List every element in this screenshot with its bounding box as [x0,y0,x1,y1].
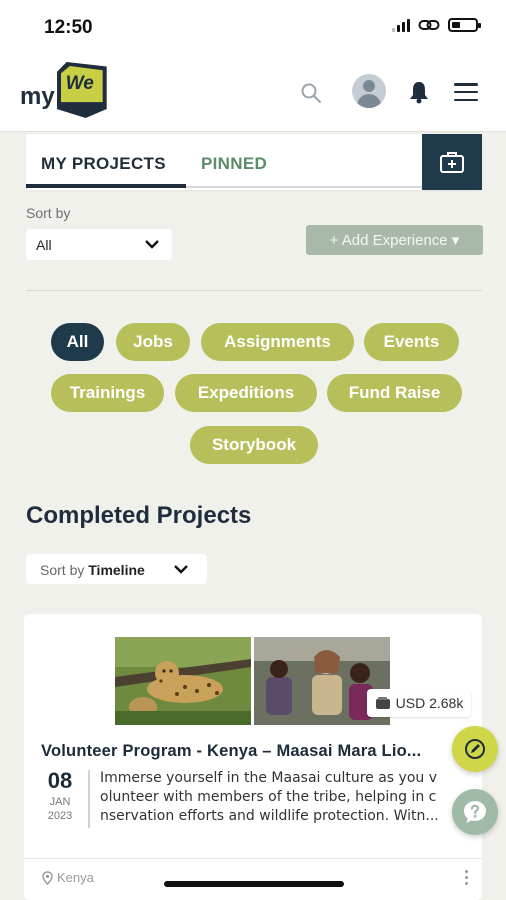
logo-we-text: We [65,73,94,94]
project-date-year: 2023 [47,810,73,822]
description-line: olunteer with members of the tribe, help… [100,789,437,805]
sort-by-value: All [36,237,52,253]
project-description: Immerse yourself in the Maasai culture a… [100,769,472,826]
leopard-photo [115,637,251,725]
sort-timeline-prefix: Sort by [40,562,85,578]
chip-all[interactable]: All [51,323,104,361]
help-fab-button[interactable] [452,789,498,835]
logo-my-text: my [20,83,55,110]
edit-pencil-icon [465,739,485,759]
mywe-logo[interactable]: my We [20,62,107,118]
section-divider [26,290,482,291]
description-line: Immerse yourself in the Maasai culture a… [100,770,437,786]
bell-icon[interactable] [408,80,430,104]
card-footer-divider [24,858,482,859]
tab-pinned[interactable]: PINNED [201,154,267,174]
status-icons [392,18,481,32]
link-icon [418,20,440,30]
project-tabs: MY PROJECTS PINNED [26,134,482,190]
status-time: 12:50 [44,17,93,38]
chevron-down-icon [174,565,188,574]
signal-icon [392,18,410,32]
location-pin-icon [42,870,53,885]
description-line: nservation efforts and wildlife protecti… [100,808,439,824]
project-location: Kenya [42,870,94,885]
location-label: Kenya [57,870,94,885]
tab-my-projects[interactable]: MY PROJECTS [41,154,166,174]
price-badge: USD 2.68k [367,689,471,717]
sort-by-label: Sort by [26,205,71,221]
battery-icon [448,18,481,32]
portfolio-button[interactable] [422,134,482,190]
sort-timeline-value: Timeline [88,562,145,578]
project-card[interactable]: USD 2.68k Volunteer Program - Kenya – Ma… [24,614,482,900]
add-experience-button[interactable]: + Add Experience ▾ [306,225,483,255]
user-avatar[interactable] [352,74,386,108]
chip-storybook[interactable]: Storybook [190,426,318,464]
help-question-icon [464,801,486,823]
project-title[interactable]: Volunteer Program - Kenya – Maasai Mara … [41,742,461,761]
chip-fund-raise[interactable]: Fund Raise [327,374,462,412]
home-indicator [164,881,344,887]
search-icon[interactable] [300,82,322,104]
date-divider [88,770,90,828]
project-date-day: 08 [47,768,73,793]
chip-expeditions[interactable]: Expeditions [175,374,317,412]
chevron-down-icon [145,240,159,249]
wallet-icon [375,697,390,709]
sort-by-select[interactable]: All [26,229,172,260]
hamburger-menu-icon[interactable] [454,83,478,101]
briefcase-plus-icon [440,152,464,173]
sort-timeline-select[interactable]: Sort by Timeline [26,554,207,584]
logo-we-badge: We [56,62,107,118]
tab-divider [186,186,422,188]
project-date-month: JAN [49,796,71,808]
edit-fab-button[interactable] [452,726,498,772]
more-options-icon[interactable] [465,870,468,885]
chip-events[interactable]: Events [364,323,459,361]
status-bar: 12:50 [0,0,506,56]
app-header: my We [0,56,506,132]
price-value: USD 2.68k [395,695,464,711]
chip-trainings[interactable]: Trainings [51,374,164,412]
add-experience-label: + Add Experience ▾ [329,232,460,249]
active-tab-indicator [26,184,186,188]
chip-jobs[interactable]: Jobs [116,323,190,361]
completed-projects-title: Completed Projects [26,502,252,529]
chip-assignments[interactable]: Assignments [201,323,354,361]
